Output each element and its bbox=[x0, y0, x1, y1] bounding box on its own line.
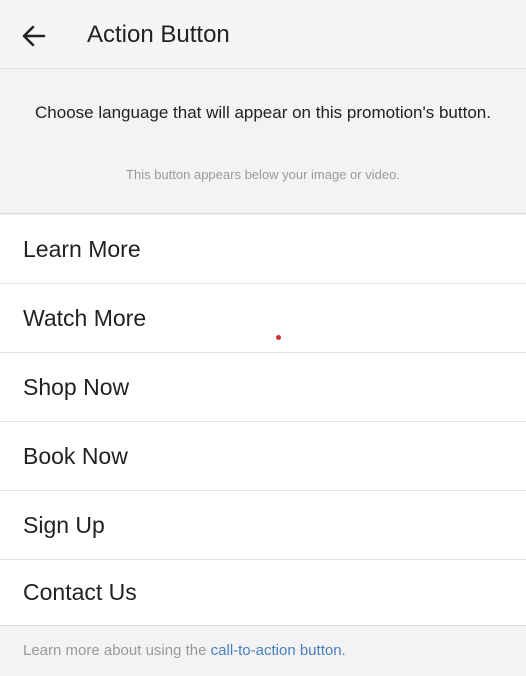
action-option-list: Learn More Watch More Shop Now Book Now … bbox=[0, 215, 526, 625]
option-label: Contact Us bbox=[23, 579, 137, 605]
footer-text: Learn more about using the bbox=[23, 642, 207, 659]
option-label: Sign Up bbox=[23, 511, 105, 538]
option-label: Shop Now bbox=[23, 373, 130, 400]
option-shop-now[interactable]: Shop Now bbox=[0, 353, 526, 422]
page-title: Action Button bbox=[87, 21, 230, 48]
cursor-marker bbox=[276, 335, 281, 340]
option-learn-more[interactable]: Learn More bbox=[0, 215, 526, 284]
intro-section: Choose language that will appear on this… bbox=[0, 70, 526, 214]
app-header: Action Button bbox=[0, 0, 526, 69]
footer: Learn more about using the call-to-actio… bbox=[0, 625, 526, 676]
arrow-left-icon bbox=[22, 25, 46, 47]
option-label: Watch More bbox=[23, 304, 147, 331]
footer-text-wrapper: Learn more about using the call-to-actio… bbox=[23, 642, 346, 659]
option-label: Learn More bbox=[23, 235, 141, 262]
option-book-now[interactable]: Book Now bbox=[0, 422, 526, 491]
cta-help-link[interactable]: call-to-action button. bbox=[211, 642, 346, 659]
option-sign-up[interactable]: Sign Up bbox=[0, 491, 526, 560]
intro-instruction: Choose language that will appear on this… bbox=[35, 103, 491, 122]
option-label: Book Now bbox=[23, 442, 128, 469]
option-watch-more[interactable]: Watch More bbox=[0, 284, 526, 353]
option-contact-us[interactable]: Contact Us bbox=[0, 560, 526, 625]
intro-note: This button appears below your image or … bbox=[126, 167, 400, 182]
back-button[interactable] bbox=[14, 16, 54, 56]
